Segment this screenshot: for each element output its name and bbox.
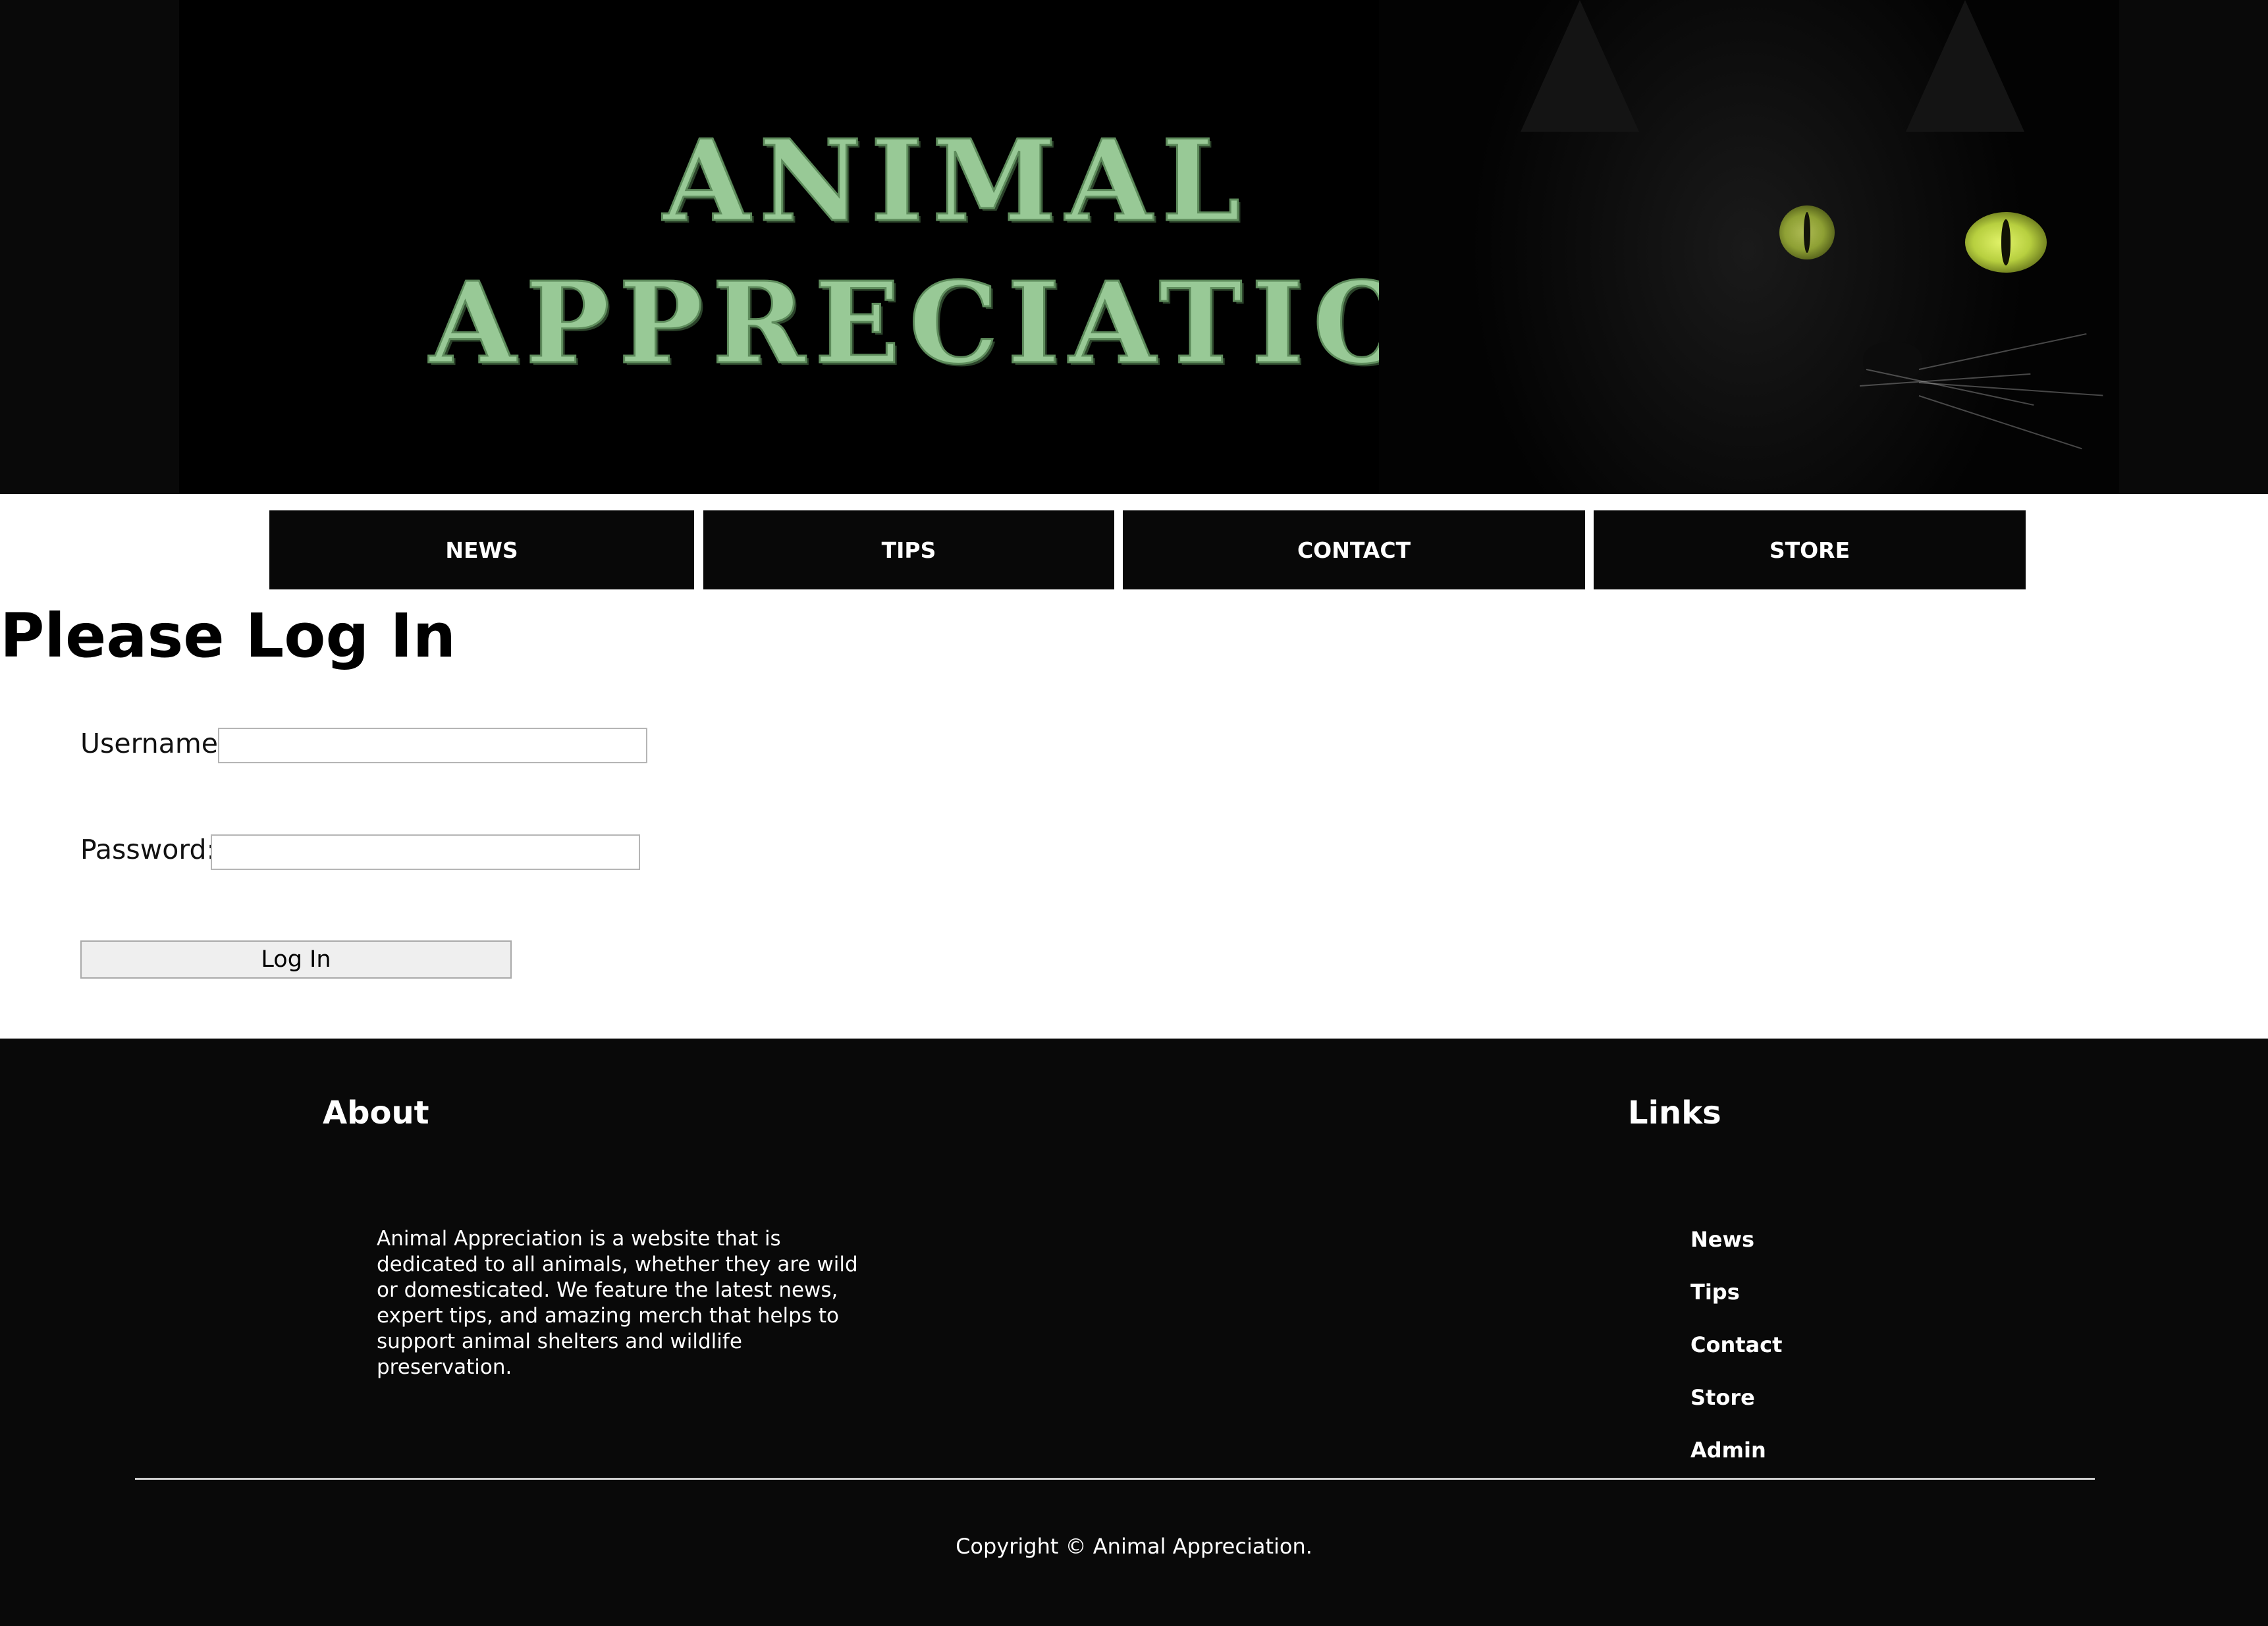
login-button[interactable]: Log In — [80, 940, 512, 979]
cat-ear-right — [1906, 0, 2024, 132]
logo-line-1: ANIMAL — [662, 115, 1250, 247]
footer-divider — [135, 1478, 2095, 1480]
nav-contact-button[interactable]: CONTACT — [1123, 510, 1585, 589]
footer-link-news[interactable]: News — [1690, 1227, 1782, 1280]
page-title: Please Log In — [0, 601, 456, 671]
footer-links-list: News Tips Contact Store Admin — [1690, 1227, 1782, 1490]
cat-nose — [1863, 342, 1922, 383]
nav-news-button[interactable]: NEWS — [269, 510, 694, 589]
nav-store-button[interactable]: STORE — [1594, 510, 2026, 589]
footer: About Animal Appreciation is a website t… — [0, 1039, 2268, 1626]
cat-eye-left — [1779, 205, 1835, 259]
username-label: Username: — [80, 728, 227, 759]
cat-whisker — [1918, 395, 2082, 450]
logo-line-2: APPRECIATION — [429, 257, 1532, 389]
nav-tips-button[interactable]: TIPS — [703, 510, 1114, 589]
header-banner: ANIMAL APPRECIATION — [179, 0, 2119, 494]
cat-ear-left — [1521, 0, 1639, 132]
footer-about-heading: About — [323, 1095, 429, 1131]
black-cat-photo — [1379, 0, 2119, 494]
footer-links-heading: Links — [1628, 1095, 1721, 1131]
footer-link-contact[interactable]: Contact — [1690, 1332, 1782, 1385]
footer-link-admin[interactable]: Admin — [1690, 1438, 1782, 1490]
footer-link-store[interactable]: Store — [1690, 1385, 1782, 1438]
footer-link-tips[interactable]: Tips — [1690, 1280, 1782, 1332]
cat-whisker — [1918, 333, 2087, 370]
cat-eye-right — [1965, 212, 2047, 273]
username-input[interactable] — [218, 728, 647, 763]
footer-about-text: Animal Appreciation is a website that is… — [377, 1227, 858, 1379]
site-logo[interactable]: ANIMAL APPRECIATION — [429, 115, 1532, 389]
copyright-text: Copyright © Animal Appreciation. — [956, 1534, 1312, 1559]
password-input[interactable] — [211, 834, 640, 870]
cat-whisker — [1918, 382, 2103, 396]
password-label: Password: — [80, 834, 216, 865]
